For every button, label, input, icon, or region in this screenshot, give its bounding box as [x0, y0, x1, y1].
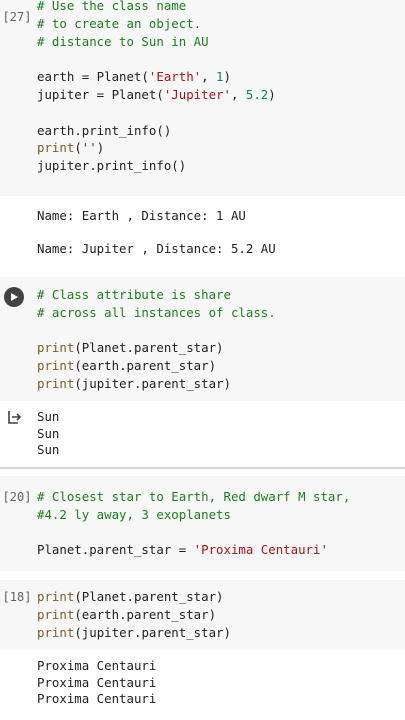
- code-token: print: [37, 340, 75, 356]
- code-cell-4[interactable]: [18] print(Planet.parent_star) print(eart…: [0, 580, 405, 650]
- code-line: print(''): [37, 139, 276, 157]
- code-cell-1[interactable]: [27] # Use the class name # to create an …: [0, 0, 405, 196]
- code-token: (earth.parent_star): [74, 358, 217, 374]
- code-line: # distance to Sun in AU: [37, 33, 276, 51]
- code-line: print(Planet.parent_star): [37, 588, 231, 606]
- cell-output-2: Sun Sun Sun: [37, 409, 60, 457]
- output-area-4: Proxima Centauri Proxima Centauri Proxim…: [0, 650, 405, 720]
- code-line: print(jupiter.parent_star): [37, 624, 231, 642]
- code-cell-3[interactable]: [20] # Closest star to Earth, Red dwarf …: [0, 476, 405, 571]
- execution-count-4: [18]: [2, 590, 32, 604]
- code-token: print: [37, 140, 75, 156]
- code-token: #4.2 ly away, 3 exoplanets: [37, 506, 231, 522]
- code-token: ): [96, 140, 105, 156]
- code-token: earth = Planet(: [37, 69, 149, 85]
- code-token: 'Proxima Centauri': [193, 542, 328, 558]
- execution-count-3: [20]: [2, 490, 32, 504]
- code-token: (Planet.parent_star): [74, 589, 224, 604]
- code-line: # Class attribute is share: [37, 286, 276, 304]
- run-cell-button[interactable]: [4, 287, 24, 307]
- code-token: Planet.parent_star =: [37, 542, 194, 558]
- code-token: print: [37, 375, 75, 391]
- code-cell-2[interactable]: # Class attribute is share # across all i…: [0, 277, 405, 401]
- code-token: 'Earth': [148, 69, 202, 85]
- code-line: #4.2 ly away, 3 exoplanets: [37, 506, 350, 524]
- code-token: earth.print_info(): [37, 122, 172, 138]
- output-area-1: Name: Earth , Distance: 1 AU Name: Jupit…: [0, 196, 405, 274]
- code-line: earth = Planet('Earth', 1): [37, 68, 276, 86]
- code-line: # Use the class name: [37, 0, 276, 15]
- code-editor-3[interactable]: # Closest star to Earth, Red dwarf M sta…: [37, 488, 350, 559]
- code-token: jupiter = Planet(: [37, 86, 164, 102]
- code-token: # Closest star to Earth, Red dwarf M sta…: [37, 489, 351, 504]
- code-token: # distance to Sun in AU: [37, 33, 209, 49]
- code-token: print: [37, 624, 75, 640]
- cell-output-1: Name: Earth , Distance: 1 AU Name: Jupit…: [37, 208, 276, 256]
- play-icon: [11, 293, 18, 301]
- code-token: (jupiter.parent_star): [74, 624, 231, 640]
- code-line: print(Planet.parent_star): [37, 339, 276, 357]
- code-token: 5.2: [245, 86, 269, 102]
- code-line: earth.print_info(): [37, 122, 276, 140]
- code-line: print(jupiter.parent_star): [37, 375, 276, 393]
- output-redirect-icon[interactable]: [6, 409, 22, 425]
- code-line: # across all instances of class.: [37, 304, 276, 322]
- code-line: print(earth.parent_star): [37, 357, 276, 375]
- code-token: (jupiter.parent_star): [74, 375, 231, 391]
- code-token: # across all instances of class.: [37, 304, 276, 320]
- code-token: jupiter.print_info(): [37, 158, 187, 174]
- cell-divider: [0, 467, 405, 469]
- output-area-2: Sun Sun Sun: [0, 401, 405, 467]
- cell-output-4: Proxima Centauri Proxima Centauri Proxim…: [37, 658, 157, 706]
- code-token: print: [37, 589, 75, 604]
- code-line: jupiter.print_info(): [37, 157, 276, 175]
- code-token: ,: [201, 69, 217, 85]
- code-line: Planet.parent_star = 'Proxima Centauri': [37, 541, 350, 559]
- code-line: print(earth.parent_star): [37, 606, 231, 624]
- execution-count-1: [27]: [2, 10, 32, 24]
- code-token: # Class attribute is share: [37, 287, 231, 302]
- code-token: # to create an object.: [37, 15, 202, 31]
- code-token: (Planet.parent_star): [74, 340, 224, 356]
- code-token: 'Jupiter': [163, 86, 231, 102]
- code-editor-1[interactable]: # Use the class name # to create an objec…: [37, 0, 276, 175]
- code-line: # Closest star to Earth, Red dwarf M sta…: [37, 488, 350, 506]
- code-token: # Use the class name: [37, 0, 187, 13]
- code-token: ): [268, 86, 276, 102]
- code-line: # to create an object.: [37, 15, 276, 33]
- code-token: print: [37, 606, 75, 622]
- code-token: 1: [216, 69, 224, 85]
- code-token: '': [81, 140, 97, 156]
- code-editor-4[interactable]: print(Planet.parent_star) print(earth.par…: [37, 588, 231, 641]
- code-token: print: [37, 358, 75, 374]
- code-line: jupiter = Planet('Jupiter', 5.2): [37, 86, 276, 104]
- code-editor-2[interactable]: # Class attribute is share # across all i…: [37, 286, 276, 393]
- code-token: (: [74, 140, 82, 156]
- code-token: ,: [230, 86, 246, 102]
- code-token: (earth.parent_star): [74, 606, 217, 622]
- code-token: ): [223, 69, 231, 85]
